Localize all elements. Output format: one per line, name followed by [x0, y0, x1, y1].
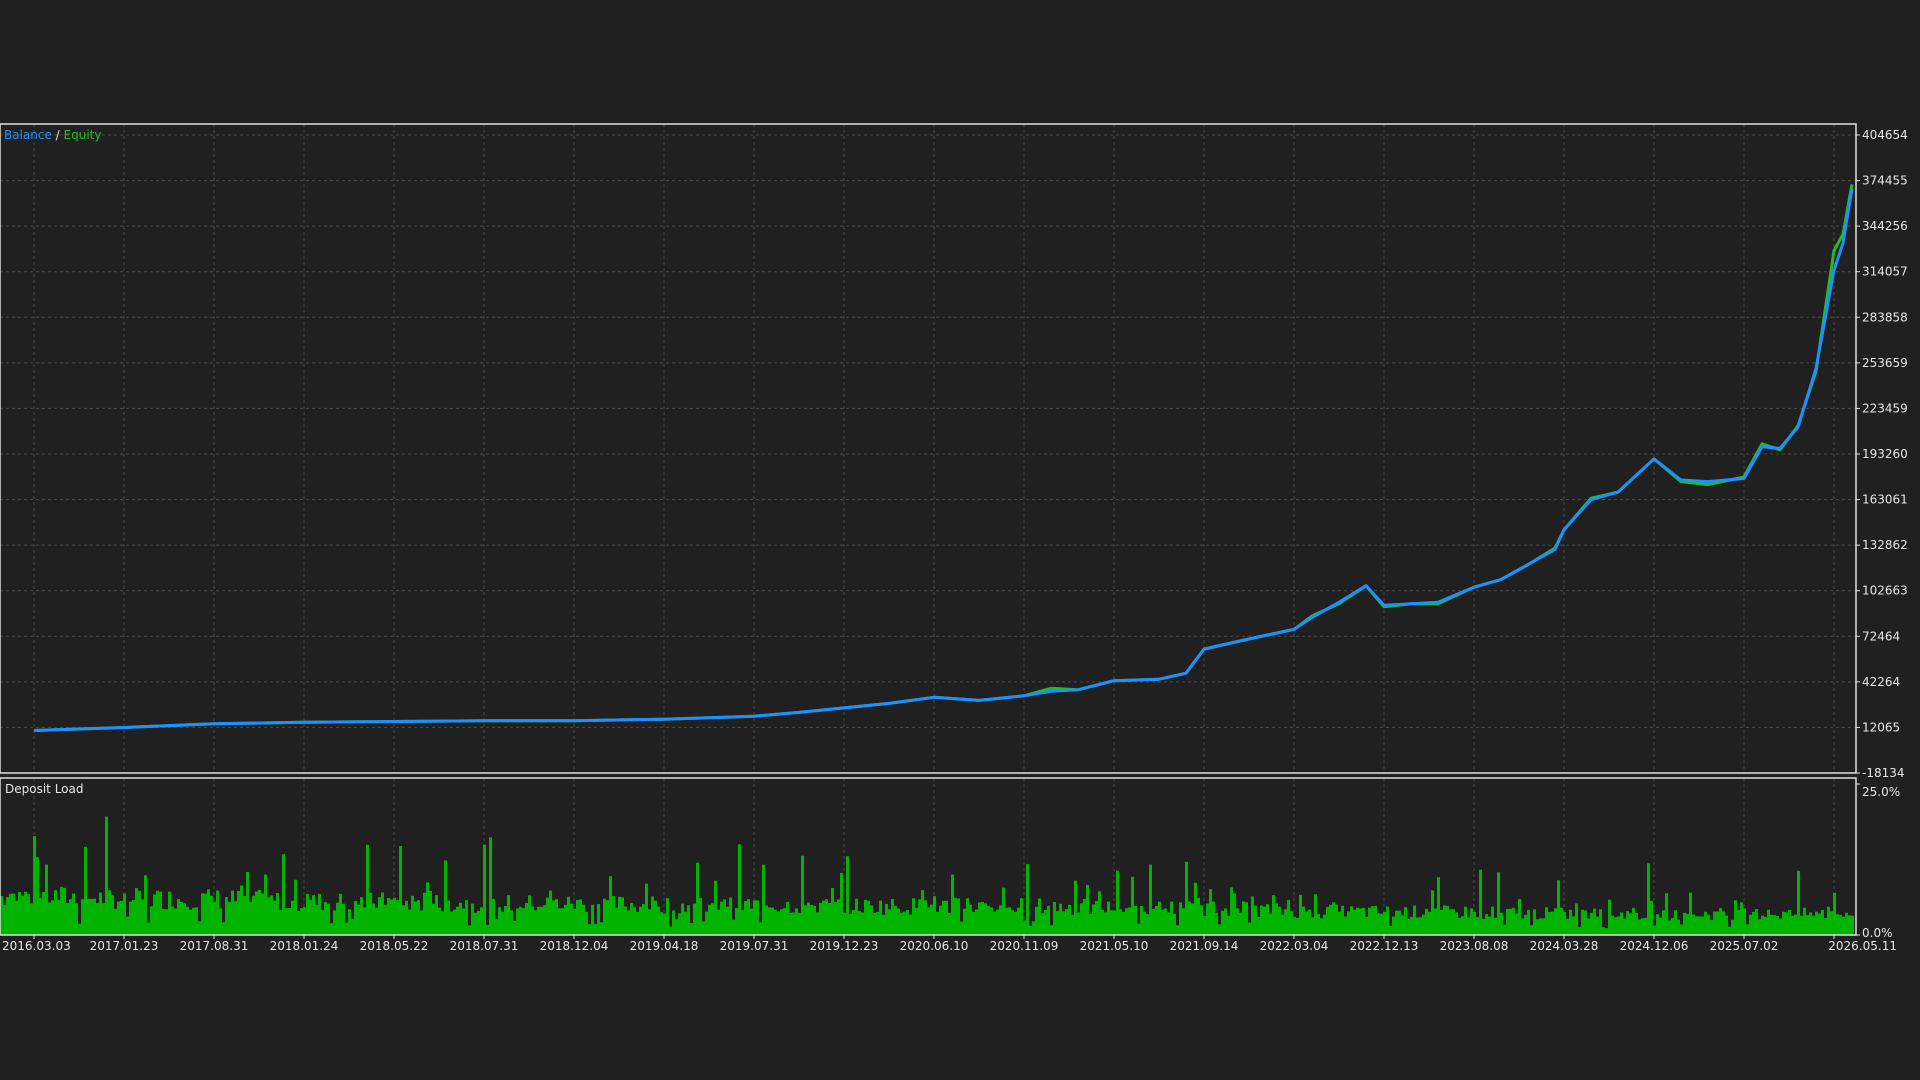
x-tick-label: 2019.07.31: [720, 939, 789, 953]
x-tick-label: 2026.05.11: [1828, 939, 1897, 953]
x-tick-label: 2019.04.18: [630, 939, 699, 953]
legend-equity: Equity: [64, 128, 102, 142]
balance-y-tick-label: -18134: [1862, 766, 1905, 780]
x-tick-label: 2021.09.14: [1170, 939, 1239, 953]
balance-y-tick-label: 283858: [1862, 310, 1908, 324]
x-tick-label: 2018.05.22: [360, 939, 429, 953]
balance-y-tick-label: 193260: [1862, 447, 1908, 461]
balance-y-tick-label: 72464: [1862, 629, 1900, 643]
balance-equity-legend: Balance / Equity: [4, 128, 101, 142]
balance-y-axis: 404654 374455 344256 314057 283858 253659 2234…: [1856, 128, 1908, 780]
x-tick-label: 2019.12.23: [810, 939, 879, 953]
balance-y-tick-label: 253659: [1862, 356, 1908, 370]
x-tick-label: 2022.03.04: [1260, 939, 1329, 953]
x-tick-label: 2018.12.04: [540, 939, 609, 953]
balance-y-tick-label: 374455: [1862, 174, 1908, 188]
x-tick-label: 2020.06.10: [900, 939, 969, 953]
balance-y-tick-label: 132862: [1862, 538, 1908, 552]
x-tick-label: 2024.03.28: [1530, 939, 1599, 953]
balance-y-tick-label: 344256: [1862, 219, 1908, 233]
deposit-load-title: Deposit Load: [5, 782, 83, 796]
x-tick-label: 2025.07.02: [1710, 939, 1779, 953]
balance-y-tick-label: 404654: [1862, 128, 1908, 142]
legend-balance: Balance: [4, 128, 52, 142]
deposit-y-tick-label: 0.0%: [1862, 926, 1893, 940]
x-tick-label: 2017.08.31: [180, 939, 249, 953]
balance-y-tick-label: 314057: [1862, 265, 1908, 279]
x-tick-label: 2018.01.24: [270, 939, 339, 953]
x-tick-label: 2022.12.13: [1350, 939, 1419, 953]
balance-y-tick-label: 42264: [1862, 675, 1900, 689]
x-tick-label: 2018.07.31: [450, 939, 519, 953]
balance-y-tick-label: 102663: [1862, 584, 1908, 598]
x-tick-label: 2021.05.10: [1080, 939, 1149, 953]
balance-y-tick-label: 12065: [1862, 720, 1900, 734]
x-tick-label: 2024.12.06: [1620, 939, 1689, 953]
x-tick-label: 2023.08.08: [1440, 939, 1509, 953]
balance-equity-report-chart: 404654 374455 344256 314057 283858 253659 2234…: [0, 0, 1920, 1080]
x-tick-label: 2017.01.23: [90, 939, 159, 953]
balance-y-tick-label: 163061: [1862, 493, 1908, 507]
balance-y-tick-label: 223459: [1862, 401, 1908, 415]
x-tick-label: 2016.03.03: [2, 939, 71, 953]
deposit-y-tick-label: 25.0%: [1862, 785, 1900, 799]
legend-separator: /: [52, 128, 64, 142]
x-tick-label: 2020.11.09: [990, 939, 1059, 953]
